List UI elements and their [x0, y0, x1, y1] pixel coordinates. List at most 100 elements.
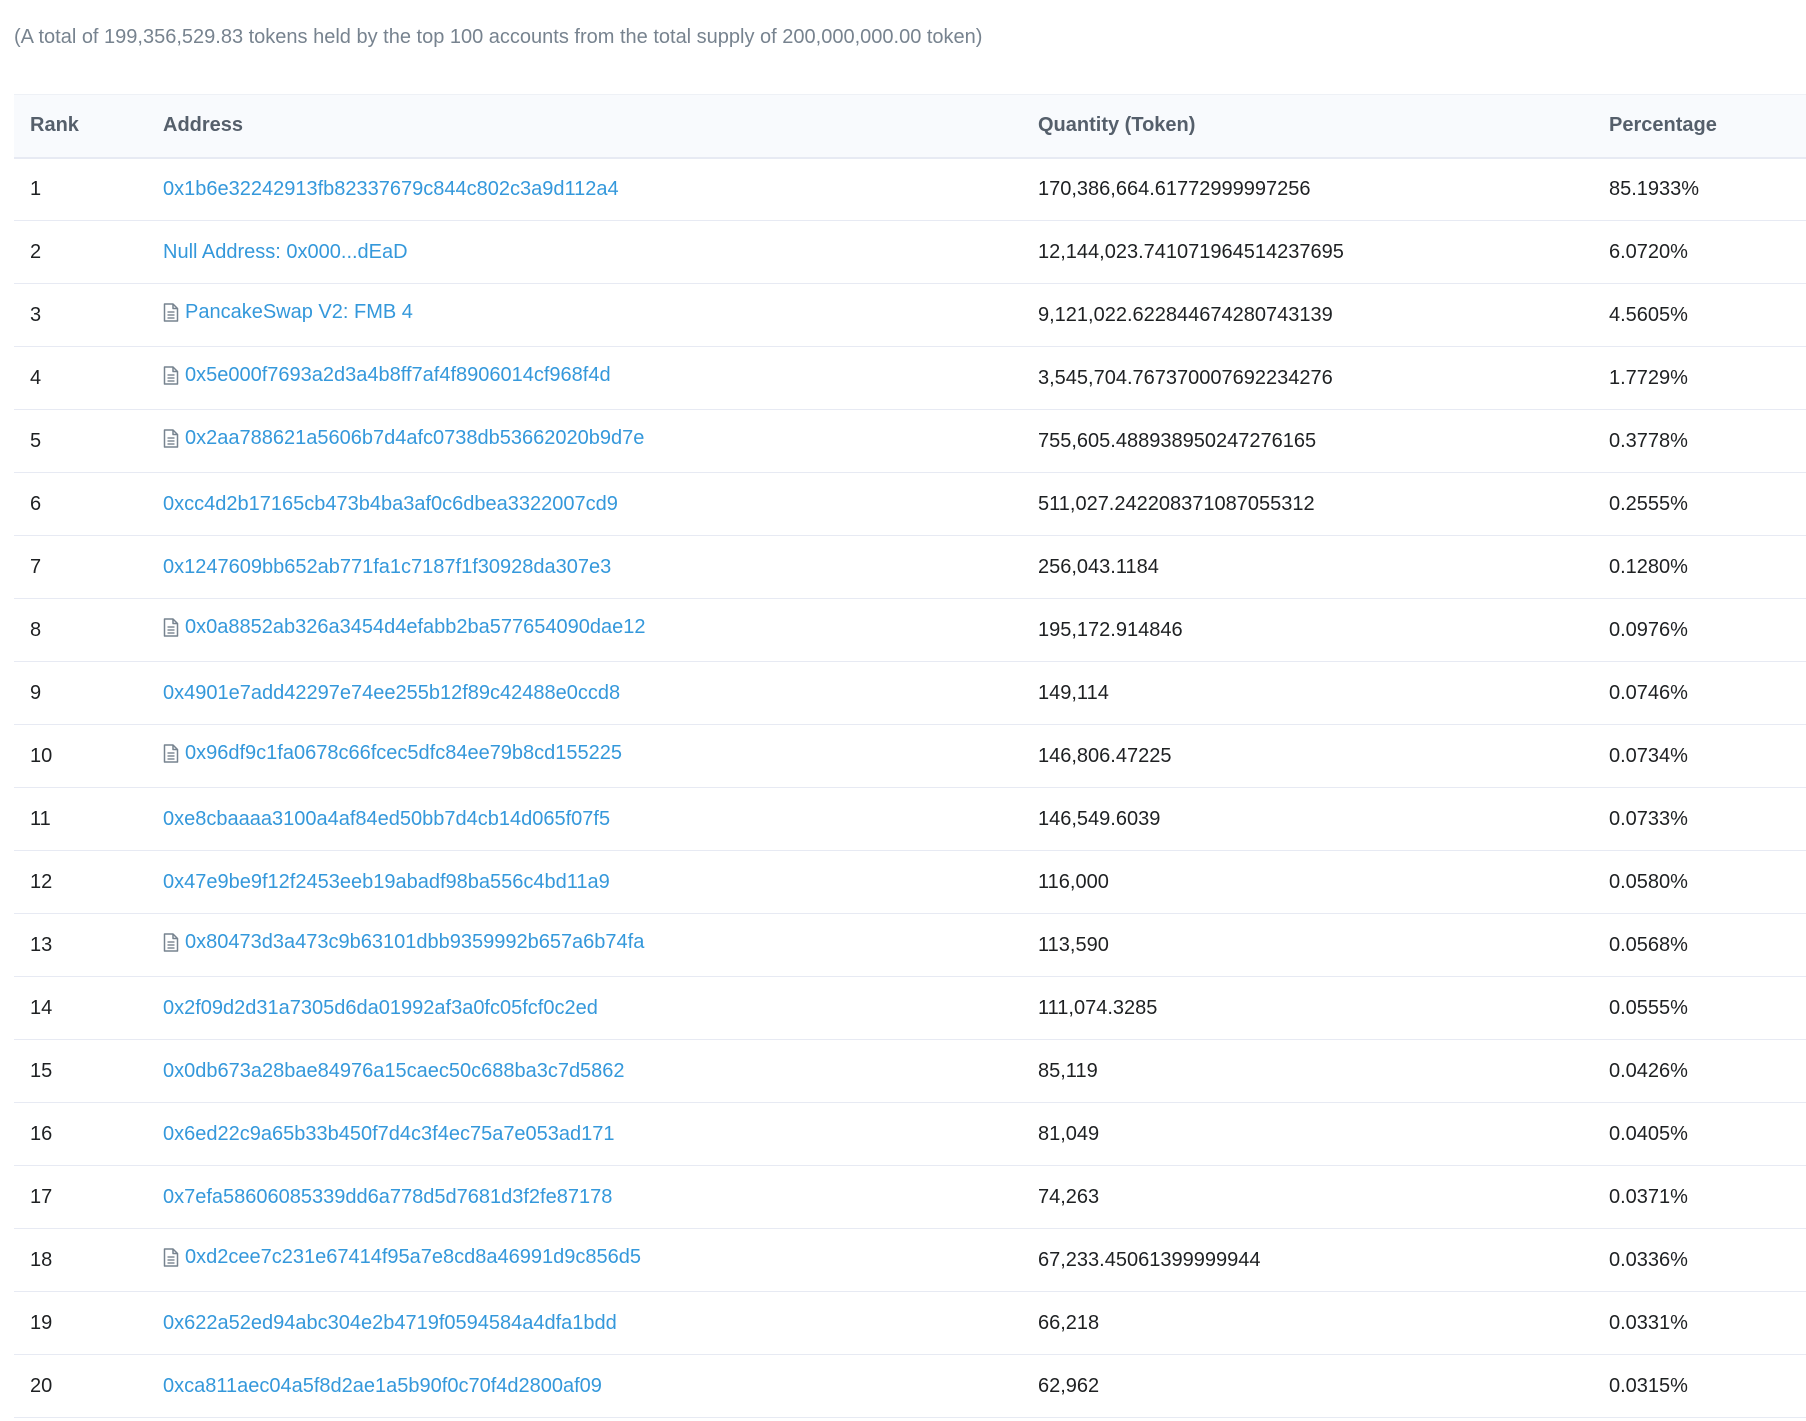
- address-text: 0xe8cbaaaa3100a4af84ed50bb7d4cb14d065f07…: [163, 807, 611, 830]
- rank-cell: 17: [30, 1185, 53, 1208]
- percentage-cell: 0.0331%: [1609, 1311, 1688, 1334]
- address-link[interactable]: 0xd2cee7c231e67414f95a7e8cd8a46991d9c856…: [163, 1246, 641, 1269]
- rank-cell: 20: [30, 1374, 53, 1397]
- address-cell: 0x0a8852ab326a3454d4efabb2ba577654090dae…: [147, 599, 1022, 662]
- address-link[interactable]: 0x1b6e32242913fb82337679c844c802c3a9d112…: [163, 178, 619, 201]
- rank-cell: 16: [30, 1122, 53, 1145]
- address-cell: 0x2aa788621a5606b7d4afc0738db53662020b9d…: [147, 410, 1022, 473]
- percentage-cell: 0.0555%: [1609, 996, 1688, 1019]
- address-link[interactable]: 0x4901e7add42297e74ee255b12f89c42488e0cc…: [163, 682, 620, 705]
- address-text: 0x6ed22c9a65b33b450f7d4c3f4ec75a7e053ad1…: [163, 1122, 615, 1145]
- rank-cell: 11: [30, 807, 51, 830]
- address-link[interactable]: 0x5e000f7693a2d3a4b8ff7af4f8906014cf968f…: [163, 364, 611, 387]
- file-text-icon: [163, 744, 181, 764]
- quantity-cell: 116,000: [1038, 870, 1109, 893]
- address-link[interactable]: 0x2aa788621a5606b7d4afc0738db53662020b9d…: [163, 427, 644, 450]
- address-text: 0x47e9be9f12f2453eeb19abadf98ba556c4bd11…: [163, 870, 610, 893]
- address-link[interactable]: Null Address: 0x000...dEaD: [163, 241, 408, 264]
- address-cell: PancakeSwap V2: FMB 4: [147, 284, 1022, 347]
- address-cell: 0xd2cee7c231e67414f95a7e8cd8a46991d9c856…: [147, 1229, 1022, 1292]
- quantity-cell: 62,962: [1038, 1374, 1100, 1397]
- address-link[interactable]: 0x2f09d2d31a7305d6da01992af3a0fc05fcf0c2…: [163, 997, 598, 1020]
- address-link[interactable]: 0x80473d3a473c9b63101dbb9359992b657a6b74…: [163, 931, 644, 954]
- quantity-cell: 81,049: [1038, 1122, 1100, 1145]
- address-text: 0x4901e7add42297e74ee255b12f89c42488e0cc…: [163, 681, 621, 704]
- percentage-cell: 0.3778%: [1609, 429, 1688, 452]
- percentage-cell: 4.5605%: [1609, 303, 1688, 326]
- file-text-icon: [163, 1248, 181, 1268]
- address-text: 0x0a8852ab326a3454d4efabb2ba577654090dae…: [185, 616, 646, 639]
- percentage-cell: 0.0315%: [1609, 1374, 1688, 1397]
- percentage-cell: 0.0336%: [1609, 1248, 1688, 1271]
- holders-table-container: Rank Address Quantity (Token) Percentage…: [14, 94, 1806, 1418]
- percentage-cell: 0.0976%: [1609, 618, 1688, 641]
- quantity-cell: 755,605.488938950247276165: [1038, 429, 1317, 452]
- quantity-cell: 113,590: [1038, 933, 1109, 956]
- table-body: 1 0x1b6e32242913fb82337679c844c802c3a9d1…: [14, 158, 1806, 1418]
- column-header-address: Address: [163, 114, 244, 137]
- table-row: 13 0x80473d3a473c9b63101dbb9359992b657a6…: [14, 914, 1806, 977]
- percentage-cell: 0.0426%: [1609, 1059, 1688, 1082]
- table-row: 3 PancakeSwap V2: FMB 4 9,121,022.622844…: [14, 284, 1806, 347]
- address-text: PancakeSwap V2: FMB 4: [185, 301, 413, 324]
- rank-cell: 6: [30, 492, 42, 515]
- percentage-cell: 85.1933%: [1609, 177, 1700, 200]
- address-cell: 0xe8cbaaaa3100a4af84ed50bb7d4cb14d065f07…: [147, 788, 1022, 851]
- table-row: 19 0x622a52ed94abc304e2b4719f0594584a4df…: [14, 1292, 1806, 1355]
- table-row: 20 0xca811aec04a5f8d2ae1a5b90f0c70f4d280…: [14, 1355, 1806, 1418]
- table-row: 1 0x1b6e32242913fb82337679c844c802c3a9d1…: [14, 158, 1806, 221]
- address-link[interactable]: PancakeSwap V2: FMB 4: [163, 301, 413, 324]
- address-link[interactable]: 0x1247609bb652ab771fa1c7187f1f30928da307…: [163, 556, 611, 579]
- address-text: 0xca811aec04a5f8d2ae1a5b90f0c70f4d2800af…: [163, 1374, 602, 1397]
- address-text: 0x622a52ed94abc304e2b4719f0594584a4dfa1b…: [163, 1311, 617, 1334]
- percentage-cell: 0.0746%: [1609, 681, 1688, 704]
- table-row: 2 Null Address: 0x000...dEaD 12,144,023.…: [14, 221, 1806, 284]
- address-link[interactable]: 0xca811aec04a5f8d2ae1a5b90f0c70f4d2800af…: [163, 1375, 602, 1398]
- rank-cell: 15: [30, 1059, 53, 1082]
- address-link[interactable]: 0x96df9c1fa0678c66fcec5dfc84ee79b8cd1552…: [163, 742, 622, 765]
- table-row: 6 0xcc4d2b17165cb473b4ba3af0c6dbea332200…: [14, 473, 1806, 536]
- quantity-cell: 85,119: [1038, 1059, 1098, 1082]
- quantity-cell: 111,074.3285: [1038, 996, 1158, 1019]
- address-text: 0x5e000f7693a2d3a4b8ff7af4f8906014cf968f…: [185, 364, 611, 387]
- column-header-percentage: Percentage: [1609, 114, 1717, 137]
- percentage-cell: 0.0371%: [1609, 1185, 1688, 1208]
- quantity-cell: 12,144,023.741071964514237695: [1038, 240, 1344, 263]
- table-row: 5 0x2aa788621a5606b7d4afc0738db53662020b…: [14, 410, 1806, 473]
- address-cell: 0x0db673a28bae84976a15caec50c688ba3c7d58…: [147, 1040, 1022, 1103]
- address-cell: 0x1247609bb652ab771fa1c7187f1f30928da307…: [147, 536, 1022, 599]
- address-cell: 0x80473d3a473c9b63101dbb9359992b657a6b74…: [147, 914, 1022, 977]
- column-header-rank: Rank: [30, 114, 79, 137]
- file-text-icon: [163, 933, 181, 953]
- address-cell: 0x4901e7add42297e74ee255b12f89c42488e0cc…: [147, 662, 1022, 725]
- rank-cell: 18: [30, 1248, 53, 1271]
- address-text: 0x1b6e32242913fb82337679c844c802c3a9d112…: [163, 177, 619, 200]
- rank-cell: 5: [30, 429, 42, 452]
- address-link[interactable]: 0x0db673a28bae84976a15caec50c688ba3c7d58…: [163, 1060, 625, 1083]
- rank-cell: 10: [30, 744, 53, 767]
- address-cell: 0xca811aec04a5f8d2ae1a5b90f0c70f4d2800af…: [147, 1355, 1022, 1418]
- address-cell: 0x96df9c1fa0678c66fcec5dfc84ee79b8cd1552…: [147, 725, 1022, 788]
- address-link[interactable]: 0x7efa58606085339dd6a778d5d7681d3f2fe871…: [163, 1186, 612, 1209]
- rank-cell: 8: [30, 618, 42, 641]
- percentage-cell: 6.0720%: [1609, 240, 1688, 263]
- table-row: 9 0x4901e7add42297e74ee255b12f89c42488e0…: [14, 662, 1806, 725]
- address-link[interactable]: 0xe8cbaaaa3100a4af84ed50bb7d4cb14d065f07…: [163, 808, 610, 831]
- quantity-cell: 170,386,664.61772999997256: [1038, 177, 1311, 200]
- table-row: 17 0x7efa58606085339dd6a778d5d7681d3f2fe…: [14, 1166, 1806, 1229]
- percentage-cell: 0.0734%: [1609, 744, 1688, 767]
- address-link[interactable]: 0x47e9be9f12f2453eeb19abadf98ba556c4bd11…: [163, 871, 610, 894]
- rank-cell: 3: [30, 303, 42, 326]
- address-link[interactable]: 0x622a52ed94abc304e2b4719f0594584a4dfa1b…: [163, 1312, 617, 1335]
- address-cell: Null Address: 0x000...dEaD: [147, 221, 1022, 284]
- table-header-row: Rank Address Quantity (Token) Percentage: [14, 94, 1806, 158]
- address-text: 0x1247609bb652ab771fa1c7187f1f30928da307…: [163, 555, 612, 578]
- column-header-quantity: Quantity (Token): [1038, 114, 1196, 137]
- address-link[interactable]: 0xcc4d2b17165cb473b4ba3af0c6dbea3322007c…: [163, 493, 618, 516]
- address-link[interactable]: 0x6ed22c9a65b33b450f7d4c3f4ec75a7e053ad1…: [163, 1123, 615, 1146]
- table-row: 8 0x0a8852ab326a3454d4efabb2ba577654090d…: [14, 599, 1806, 662]
- table-row: 12 0x47e9be9f12f2453eeb19abadf98ba556c4b…: [14, 851, 1806, 914]
- percentage-cell: 0.0568%: [1609, 933, 1688, 956]
- address-link[interactable]: 0x0a8852ab326a3454d4efabb2ba577654090dae…: [163, 616, 645, 639]
- table-row: 15 0x0db673a28bae84976a15caec50c688ba3c7…: [14, 1040, 1806, 1103]
